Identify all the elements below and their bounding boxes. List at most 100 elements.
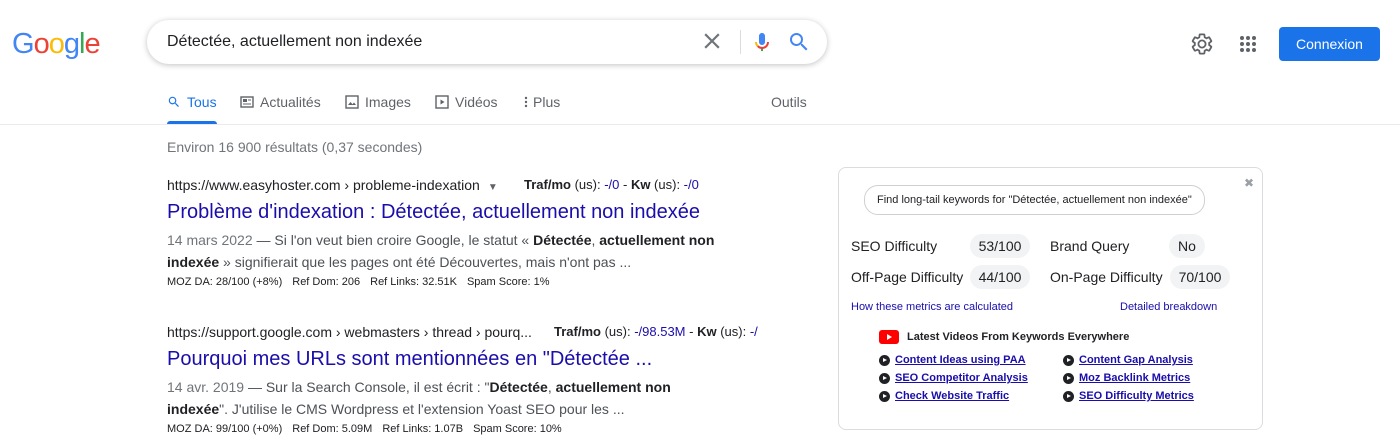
spam-score: Spam Score: 1% xyxy=(466,276,550,288)
video-link[interactable]: Check Website Traffic xyxy=(879,390,1009,402)
result-snippet: 14 avr. 2019 — Sur la Search Console, il… xyxy=(167,376,727,420)
search-result: https://support.google.com › webmasters … xyxy=(167,322,787,435)
result-cite[interactable]: https://support.google.com › webmasters … xyxy=(167,322,787,342)
kw-us: (us): xyxy=(650,177,684,192)
traf-label: Traf/mo xyxy=(554,324,601,339)
play-icon xyxy=(879,390,890,402)
traf-label: Traf/mo xyxy=(524,177,571,192)
search-input[interactable]: Détectée, actuellement non indexée xyxy=(167,33,422,51)
tab-label: Tous xyxy=(187,94,217,110)
video-link[interactable]: Content Ideas using PAA xyxy=(879,354,1026,366)
microphone-icon[interactable] xyxy=(750,30,774,54)
moz-da: MOZ DA: 99/100 (+0%) xyxy=(167,423,283,435)
snippet-text: — Si l'on veut bien croire Google, le st… xyxy=(252,232,534,248)
clear-icon[interactable] xyxy=(699,28,725,54)
result-snippet: 14 mars 2022 — Si l'on veut bien croire … xyxy=(167,229,727,273)
seo-difficulty-value: 53/100 xyxy=(970,234,1030,258)
result-title-link[interactable]: Pourquoi mes URLs sont mentionnées en "D… xyxy=(167,346,787,372)
metrics-explanation-link[interactable]: How these metrics are calculated xyxy=(851,301,1013,313)
moz-da: MOZ DA: 28/100 (+8%) xyxy=(167,276,283,288)
detailed-breakdown-link[interactable]: Detailed breakdown xyxy=(1120,301,1217,313)
moz-metrics: MOZ DA: 99/100 (+0%) Ref Dom: 5.09M Ref Li… xyxy=(167,423,787,435)
close-icon[interactable]: ✖ xyxy=(1244,176,1254,190)
search-result: https://www.easyhoster.com › probleme-in… xyxy=(167,175,787,288)
tab-videos[interactable]: Vidéos xyxy=(435,94,498,110)
seo-difficulty-label: SEO Difficulty xyxy=(851,238,938,254)
chevron-down-icon[interactable]: ▼ xyxy=(488,182,498,193)
google-logo[interactable]: Google xyxy=(12,28,101,61)
ref-links: Ref Links: 1.07B xyxy=(382,423,464,435)
result-url: https://support.google.com › webmasters … xyxy=(167,324,532,340)
result-stats: Environ 16 900 résultats (0,37 secondes) xyxy=(167,139,423,155)
search-icon[interactable] xyxy=(787,30,811,54)
video-link-label: Content Ideas using PAA xyxy=(895,354,1026,366)
video-link[interactable]: Moz Backlink Metrics xyxy=(1063,372,1190,384)
play-icon xyxy=(1063,354,1074,366)
play-icon xyxy=(879,372,890,384)
moz-metrics: MOZ DA: 28/100 (+8%) Ref Dom: 206 Ref Link… xyxy=(167,276,787,288)
videos-heading-label: Latest Videos From Keywords Everywhere xyxy=(907,331,1130,343)
ref-dom: Ref Dom: 5.09M xyxy=(292,423,373,435)
tab-actualites[interactable]: Actualités xyxy=(240,94,321,110)
header-divider xyxy=(0,124,1400,125)
apps-grid-icon[interactable] xyxy=(1236,32,1260,56)
video-link-label: Content Gap Analysis xyxy=(1079,354,1193,366)
logo-letter: o xyxy=(33,28,50,60)
ref-dom: Ref Dom: 206 xyxy=(292,276,361,288)
result-date: 14 avr. 2019 xyxy=(167,379,245,395)
kw-label: Kw xyxy=(630,177,651,192)
traf-us: (us): xyxy=(600,324,635,339)
tab-plus[interactable]: Plus xyxy=(522,94,560,110)
gear-icon[interactable] xyxy=(1190,32,1214,56)
video-link[interactable]: SEO Difficulty Metrics xyxy=(1063,390,1194,402)
videos-heading: Latest Videos From Keywords Everywhere xyxy=(879,330,1129,344)
search-divider xyxy=(740,30,741,54)
video-link[interactable]: Content Gap Analysis xyxy=(1063,354,1193,366)
find-long-tail-button[interactable]: Find long-tail keywords for "Détectée, a… xyxy=(864,185,1205,215)
play-icon xyxy=(879,354,890,366)
video-link-label: SEO Competitor Analysis xyxy=(895,372,1028,384)
snippet-text: ". J'utilise le CMS Wordpress et l'exten… xyxy=(219,401,625,417)
video-link-label: SEO Difficulty Metrics xyxy=(1079,390,1194,402)
onpage-difficulty-value: 70/100 xyxy=(1170,265,1230,289)
offpage-difficulty-label: Off-Page Difficulty xyxy=(851,269,964,285)
video-link[interactable]: SEO Competitor Analysis xyxy=(879,372,1028,384)
tab-tous[interactable]: Tous xyxy=(167,94,217,110)
traf-us: (us): xyxy=(570,177,605,192)
logo-letter: g xyxy=(63,28,80,60)
spam-score: Spam Score: 10% xyxy=(473,423,562,435)
image-icon xyxy=(345,95,359,109)
traffic-metrics: Traf/mo (us): -/0 - Kw (us): -/0 xyxy=(524,177,699,192)
result-url: https://www.easyhoster.com › probleme-in… xyxy=(167,177,480,193)
result-title-link[interactable]: Problème d'indexation : Détectée, actuel… xyxy=(167,199,787,225)
kw-value: -/ xyxy=(749,324,758,339)
traf-value: -/98.53M xyxy=(634,324,686,339)
result-cite[interactable]: https://www.easyhoster.com › probleme-in… xyxy=(167,175,787,195)
search-icon xyxy=(168,96,179,107)
tab-images[interactable]: Images xyxy=(345,94,411,110)
onpage-difficulty-label: On-Page Difficulty xyxy=(1050,269,1163,285)
video-icon xyxy=(435,95,449,109)
tools-button[interactable]: Outils xyxy=(771,94,807,110)
logo-letter: e xyxy=(84,28,100,60)
search-box[interactable]: Détectée, actuellement non indexée xyxy=(147,20,827,64)
kw-label: Kw xyxy=(697,324,717,339)
play-icon xyxy=(1063,390,1074,402)
snippet-text: — Sur la Search Console, il est écrit : … xyxy=(244,379,490,395)
tools-label: Outils xyxy=(771,94,807,110)
snippet-text: , xyxy=(547,379,556,395)
news-icon xyxy=(240,96,254,108)
video-link-label: Moz Backlink Metrics xyxy=(1079,372,1191,384)
snippet-text: » signifierait que les pages ont été Déc… xyxy=(219,254,632,270)
brand-query-value: No xyxy=(1169,234,1205,258)
keywords-everywhere-panel: ✖ Find long-tail keywords for "Détectée,… xyxy=(838,167,1263,430)
logo-letter: G xyxy=(12,28,35,60)
traffic-metrics: Traf/mo (us): -/98.53M - Kw (us): -/ xyxy=(554,324,758,339)
offpage-difficulty-value: 44/100 xyxy=(970,265,1030,289)
connexion-button[interactable]: Connexion xyxy=(1279,27,1380,61)
tab-label: Plus xyxy=(533,94,561,110)
snippet-bold: Détectée xyxy=(489,379,548,395)
kw-value: -/0 xyxy=(683,177,699,192)
tab-label: Images xyxy=(365,94,411,110)
traf-value: -/0 xyxy=(604,177,620,192)
